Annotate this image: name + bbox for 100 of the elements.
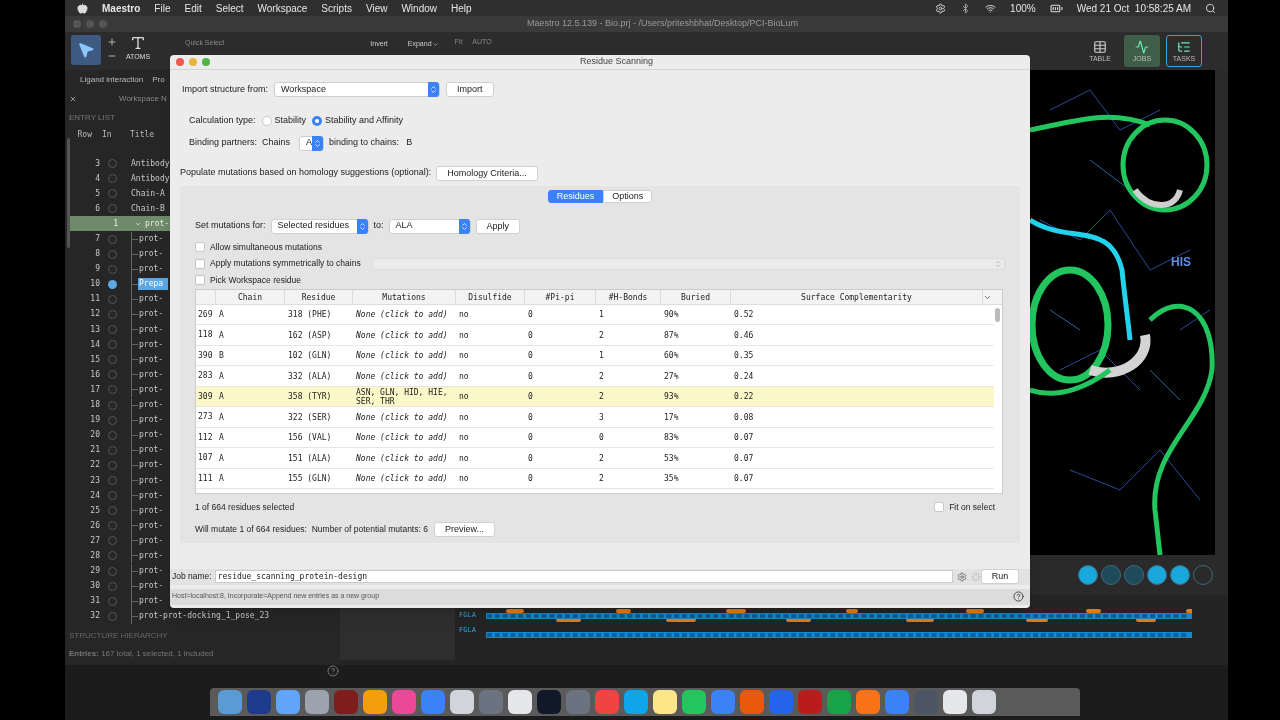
column-header[interactable]: In bbox=[102, 129, 124, 141]
column-header[interactable]: Residue bbox=[285, 289, 353, 304]
entry-title[interactable]: prot- bbox=[138, 595, 164, 608]
column-header[interactable]: Mutations bbox=[353, 289, 456, 304]
dock-app-icon[interactable] bbox=[276, 690, 300, 714]
checkbox[interactable] bbox=[195, 241, 205, 252]
minimize-icon[interactable] bbox=[86, 20, 94, 28]
radio-button[interactable] bbox=[261, 115, 272, 126]
entry-title[interactable]: prot- bbox=[138, 565, 164, 578]
column-header[interactable]: Disulfide bbox=[456, 289, 525, 304]
dock-app-icon[interactable] bbox=[450, 690, 474, 714]
radio-label[interactable]: Stability bbox=[274, 114, 307, 128]
checkbox[interactable] bbox=[195, 258, 205, 269]
entry-title[interactable]: prot- bbox=[138, 368, 164, 381]
table-row[interactable]: 118 A 162 (ASP) None (click to add) no 0 2 87% 0.46 bbox=[196, 325, 994, 346]
entry-title[interactable]: prot- bbox=[138, 293, 164, 306]
checkbox-label[interactable]: Apply mutations symmetrically to chains bbox=[210, 257, 361, 270]
tab[interactable]: Residues bbox=[547, 189, 604, 203]
table-row[interactable]: 283 A 332 (ALA) None (click to add) no 0 2 27% 0.24 bbox=[196, 366, 994, 387]
entry-title[interactable]: prot- bbox=[138, 504, 164, 517]
viewer-tool-icon[interactable] bbox=[1124, 565, 1144, 585]
help-icon[interactable] bbox=[327, 665, 339, 677]
dock-app-icon[interactable] bbox=[363, 690, 387, 714]
tab[interactable]: Options bbox=[603, 189, 653, 203]
entry-title[interactable]: prot- bbox=[138, 353, 164, 366]
entry-title[interactable]: prot- bbox=[138, 580, 164, 593]
table-row[interactable]: 309 A 358 (TYR) ASN, GLN, HID, HIE, SER, THR no 0 2 93% 0.22 bbox=[196, 386, 994, 408]
menu-item[interactable]: Window bbox=[401, 0, 437, 16]
checkbox[interactable] bbox=[195, 275, 205, 286]
dock-app-icon[interactable] bbox=[537, 690, 561, 714]
zoom-icon[interactable] bbox=[99, 20, 107, 28]
menu-item[interactable]: Scripts bbox=[321, 0, 352, 16]
plus-icon[interactable] bbox=[107, 37, 117, 47]
menu-item[interactable]: Help bbox=[451, 0, 472, 16]
column-header[interactable]: Row bbox=[70, 129, 92, 141]
column-header[interactable]: #H-Bonds bbox=[596, 289, 661, 304]
mutation-scope-select[interactable]: Selected residues bbox=[270, 218, 369, 234]
dock-app-icon[interactable] bbox=[972, 690, 996, 714]
job-name-field[interactable]: residue_scanning_protein-design bbox=[214, 570, 953, 583]
viewer-tool-icon[interactable] bbox=[1147, 565, 1167, 585]
wifi-icon[interactable] bbox=[985, 2, 997, 14]
table-row[interactable]: 269 A 318 (PHE) None (click to add) no 0 1 90% 0.52 bbox=[196, 304, 994, 326]
table-row[interactable]: 390 B 102 (GLN) None (click to add) no 0 1 60% 0.35 bbox=[196, 345, 994, 367]
scrollbar[interactable] bbox=[67, 138, 70, 248]
viewer-tool-icon[interactable] bbox=[1170, 565, 1190, 585]
run-button[interactable]: Run bbox=[980, 569, 1020, 584]
checkbox-label[interactable]: Fit on select bbox=[949, 500, 995, 514]
checkbox[interactable] bbox=[934, 502, 945, 513]
dock-app-icon[interactable] bbox=[624, 690, 648, 714]
column-header[interactable]: Surface Complementarity bbox=[731, 289, 983, 304]
entry-title[interactable]: prot- bbox=[138, 338, 164, 351]
entry-title[interactable]: prot- bbox=[138, 263, 164, 276]
checkbox-label[interactable]: Allow simultaneous mutations bbox=[210, 240, 322, 254]
entry-title[interactable]: prot- bbox=[138, 429, 164, 442]
entry-title[interactable]: prot- bbox=[138, 248, 164, 261]
entry-title[interactable]: Antibody bbox=[130, 157, 170, 170]
menu-item[interactable]: File bbox=[154, 0, 171, 16]
entry-title[interactable]: prot-prot-docking_1_pose_23 bbox=[138, 610, 270, 623]
menu-item[interactable]: Workspace bbox=[257, 0, 308, 16]
entry-title[interactable]: Antibody bbox=[130, 172, 170, 185]
apple-icon[interactable] bbox=[77, 2, 88, 14]
radio-label[interactable]: Stability and Affinity bbox=[325, 114, 403, 128]
close-icon[interactable] bbox=[176, 58, 184, 66]
column-header[interactable]: Chain bbox=[216, 289, 285, 304]
chains-select[interactable] bbox=[371, 257, 1005, 270]
dock-app-icon[interactable] bbox=[856, 690, 880, 714]
settings-icon[interactable] bbox=[956, 571, 967, 582]
dock-app-icon[interactable] bbox=[218, 690, 242, 714]
dock-app-icon[interactable] bbox=[508, 690, 532, 714]
select-tool-button[interactable] bbox=[71, 35, 101, 65]
entry-title[interactable]: Chain-A bbox=[130, 187, 165, 200]
menu-item[interactable]: Edit bbox=[184, 0, 202, 16]
radio-button[interactable] bbox=[312, 115, 323, 126]
minimize-icon[interactable] bbox=[189, 58, 197, 66]
dock-app-icon[interactable] bbox=[653, 690, 677, 714]
column-header[interactable]: Title bbox=[130, 129, 155, 141]
entry-title[interactable]: prot- bbox=[138, 233, 164, 245]
viewer-tool-icon[interactable] bbox=[1101, 565, 1121, 585]
entry-title[interactable]: prot- bbox=[138, 323, 164, 336]
panel-tab[interactable]: Ligand interaction bbox=[80, 74, 144, 86]
entry-title[interactable]: prot- bbox=[138, 550, 164, 562]
close-icon[interactable] bbox=[69, 95, 77, 103]
dock-app-icon[interactable] bbox=[943, 690, 967, 714]
entry-title[interactable]: prot- bbox=[138, 383, 164, 396]
entry-title[interactable]: prot- bbox=[138, 414, 164, 427]
scrollbar[interactable] bbox=[995, 307, 1000, 322]
menu-item[interactable]: View bbox=[365, 0, 388, 16]
help-icon[interactable] bbox=[1013, 591, 1024, 602]
app-menu[interactable]: Maestro bbox=[102, 0, 141, 16]
chain-select[interactable]: A bbox=[299, 135, 325, 151]
column-header[interactable]: #Pi-pi bbox=[525, 289, 596, 304]
table-row[interactable]: 111 A 155 (GLN) None (click to add) no 0 2 35% 0.07 bbox=[196, 468, 994, 490]
panel-tab[interactable]: Pro bbox=[152, 74, 165, 86]
menu-clock[interactable]: Wed 21 Oct 10:58:25 AM bbox=[1076, 0, 1191, 16]
column-header[interactable]: Buried bbox=[661, 289, 731, 304]
homology-criteria-button[interactable]: Homology Criteria... bbox=[436, 165, 538, 181]
checkbox-label[interactable]: Pick Workspace residue bbox=[210, 274, 302, 287]
table-row[interactable]: 107 A 151 (ALA) None (click to add) no 0 2 53% 0.07 bbox=[196, 448, 994, 469]
entry-title[interactable]: Chain-B bbox=[130, 202, 165, 215]
table-row[interactable]: 112 A 156 (VAL) None (click to add) no 0 0 83% 0.07 bbox=[196, 427, 994, 449]
